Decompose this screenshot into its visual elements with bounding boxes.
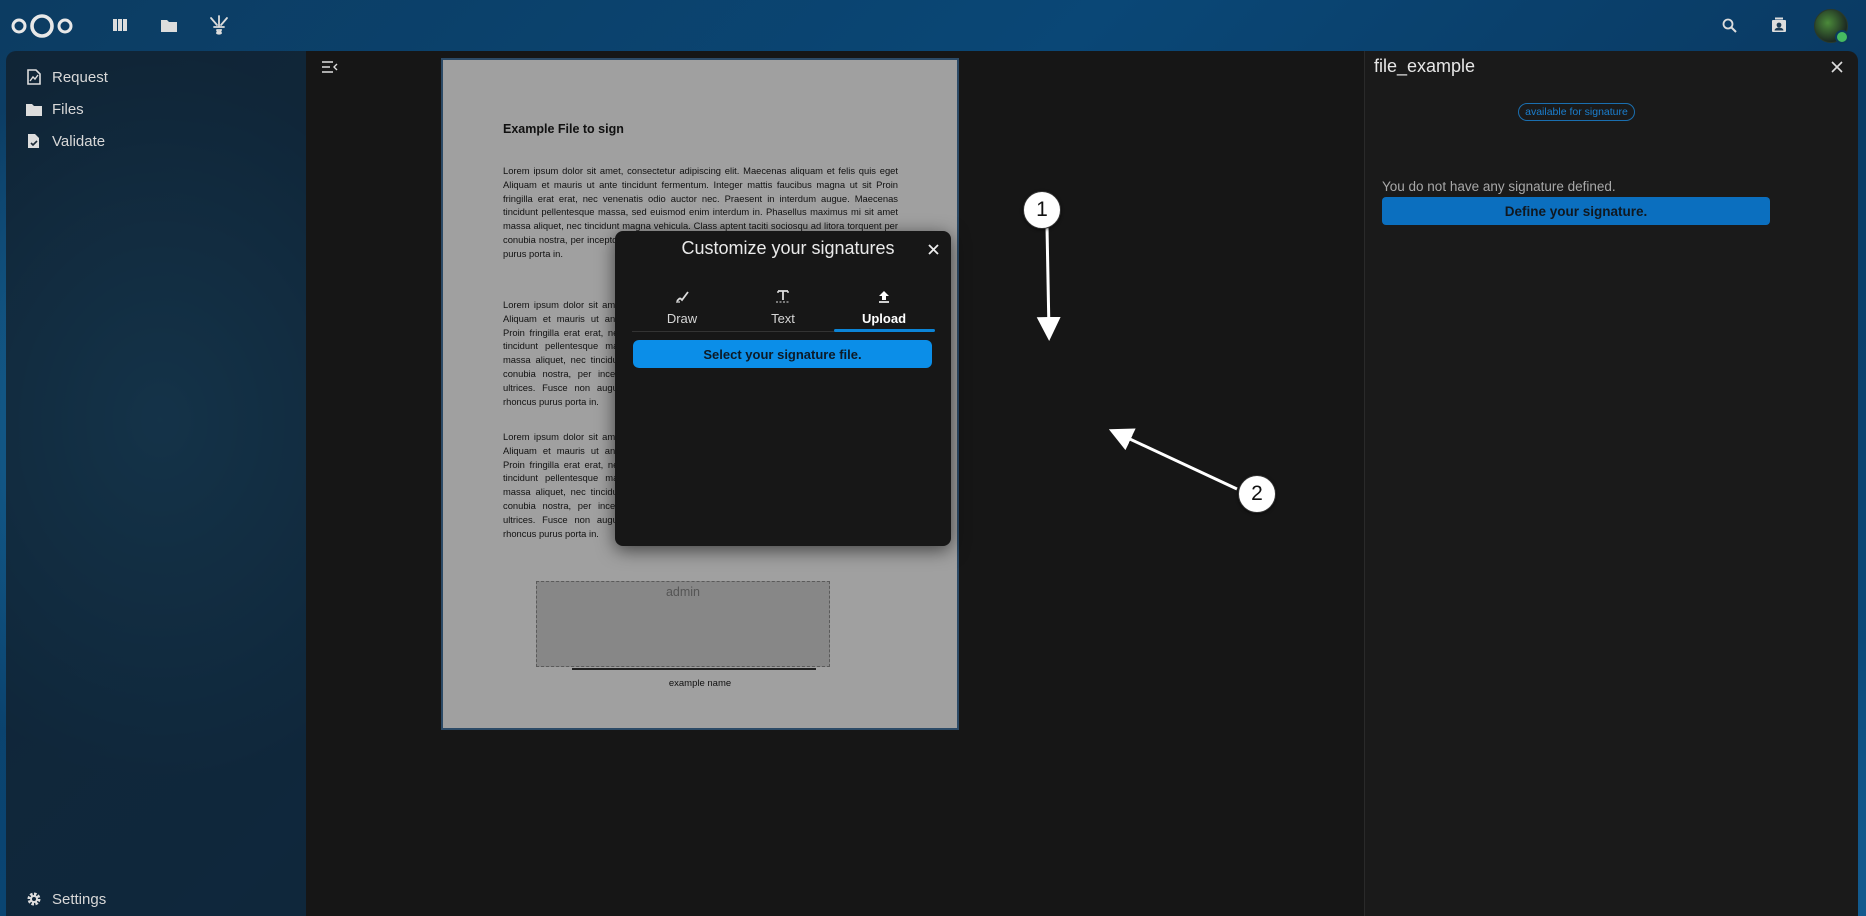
top-header [0, 0, 1866, 50]
sidebar-title: file_example [1374, 56, 1476, 76]
settings-label: Settings [52, 890, 107, 908]
modal-title: Customize your signatures [681, 238, 895, 258]
signature-tabs: Draw Text Upload [632, 283, 935, 332]
signature-request-icon [24, 67, 44, 87]
signer-name: example name [668, 678, 732, 689]
upload-icon [878, 287, 890, 305]
callout-1: 1 [1023, 191, 1061, 229]
toggle-navigation-icon[interactable] [320, 57, 340, 77]
file-sidebar: file_example available for signature You… [1364, 51, 1858, 916]
document-paragraph: Lorem ipsum dolor sit amet Aliquam et ma… [503, 299, 623, 407]
customize-signatures-modal: Customize your signatures Draw Text Uplo… [615, 231, 951, 546]
tab-label: Text [771, 311, 795, 326]
folder-icon [24, 99, 44, 119]
document-paragraph: Lorem ipsum dolor sit amet Aliquam et ma… [503, 431, 623, 539]
nav-item-label: Files [52, 100, 84, 118]
search-icon[interactable] [1718, 14, 1740, 36]
define-signature-button[interactable]: Define your signature. [1382, 197, 1770, 225]
nav-item-settings[interactable]: Settings [14, 883, 106, 915]
contacts-icon[interactable] [1768, 14, 1790, 36]
online-status-icon [1835, 30, 1849, 44]
nextcloud-logo-icon[interactable] [10, 12, 74, 40]
text-icon [775, 287, 791, 305]
nav-item-label: Validate [52, 132, 106, 150]
app-navigation: Request Files Validate Settings [6, 51, 306, 916]
document-title: Example File to sign [503, 122, 624, 136]
files-app-icon[interactable] [158, 14, 180, 36]
tab-draw[interactable]: Draw [632, 283, 732, 331]
tab-text[interactable]: Text [733, 283, 833, 331]
status-badge: available for signature [1518, 103, 1635, 121]
file-check-icon [24, 131, 44, 151]
signature-box-label: admin [665, 585, 701, 599]
callout-2: 2 [1238, 475, 1276, 513]
signature-line [572, 668, 816, 670]
close-icon[interactable] [923, 239, 943, 259]
close-icon[interactable] [1827, 57, 1847, 77]
gear-icon [24, 889, 44, 909]
nav-item-validate[interactable]: Validate [14, 125, 105, 157]
nav-item-files[interactable]: Files [14, 93, 84, 125]
draw-icon [675, 287, 689, 305]
nav-item-label: Request [52, 68, 108, 86]
nav-item-request[interactable]: Request [14, 61, 108, 93]
tab-upload[interactable]: Upload [834, 283, 935, 332]
tab-label: Draw [666, 311, 698, 326]
libresign-app-icon[interactable] [208, 14, 230, 36]
tab-label: Upload [861, 311, 907, 326]
dashboard-icon[interactable] [109, 14, 131, 36]
select-signature-file-button[interactable]: Select your signature file. [633, 340, 932, 368]
no-signature-text: You do not have any signature defined. [1382, 179, 1616, 194]
signature-placeholder[interactable]: admin [536, 581, 830, 667]
user-avatar[interactable] [1814, 9, 1849, 44]
